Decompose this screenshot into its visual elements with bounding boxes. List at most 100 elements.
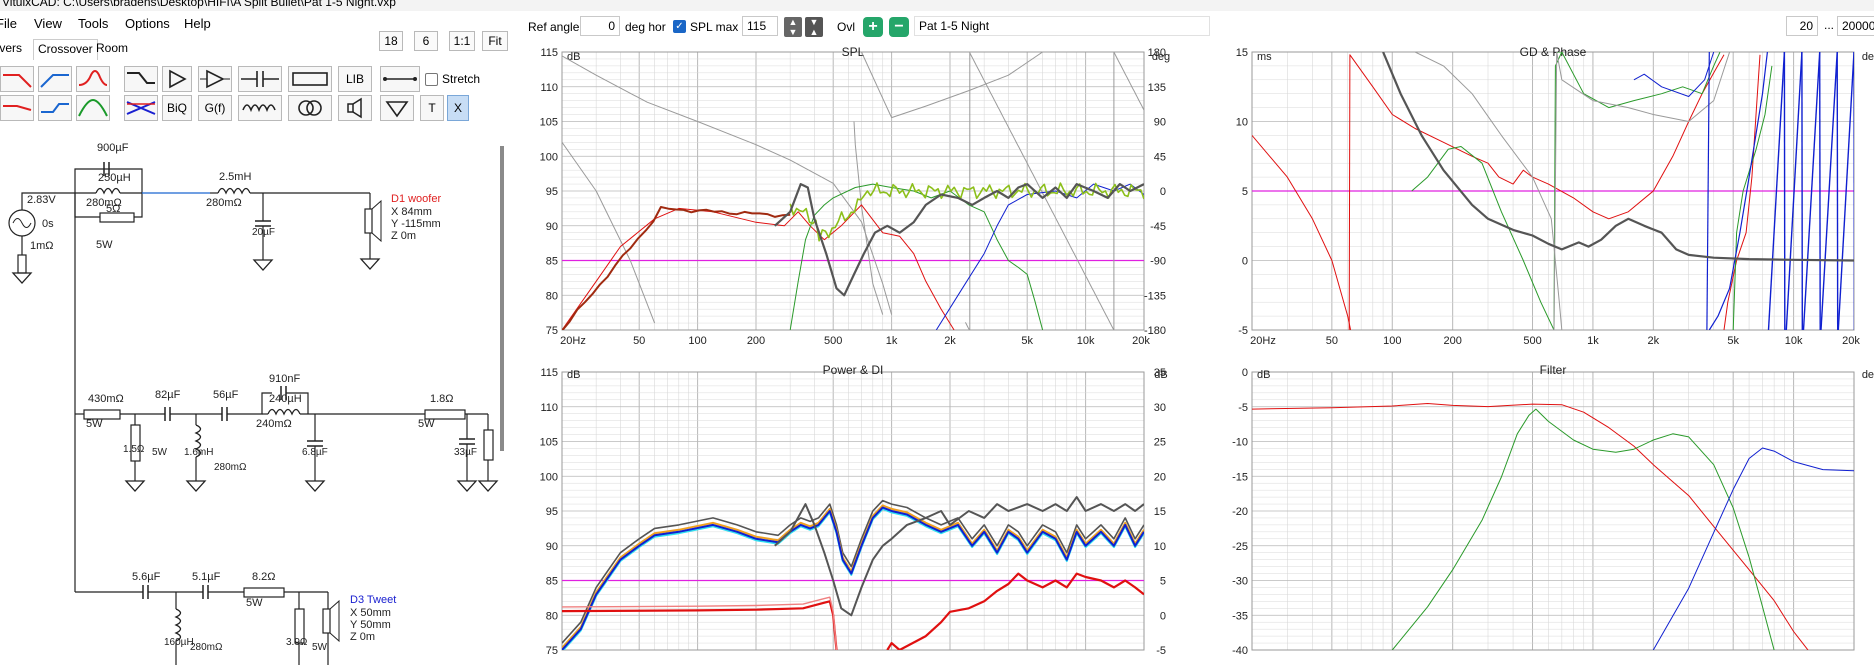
spl-chart[interactable]: SPLdBdeg11511010510095908580751801359045… xyxy=(522,44,1186,362)
schematic-canvas[interactable]: 2.83V0s1mΩ900µF250µH280mΩ5Ω5W2.5mH280mΩ2… xyxy=(0,125,512,665)
peaking-filter-icon[interactable] xyxy=(76,66,110,92)
shelf-filter-icon[interactable] xyxy=(124,66,158,92)
freq-tick-label: 100 xyxy=(1383,335,1401,347)
left-tick-label: -30 xyxy=(1232,576,1248,588)
freq-min-input[interactable]: 20 xyxy=(1786,16,1818,36)
d1-z: Z 0m xyxy=(391,230,416,242)
transformer-icon[interactable] xyxy=(288,95,332,121)
allpass-filter-icon[interactable] xyxy=(38,95,72,121)
inductor-icon[interactable] xyxy=(238,95,282,121)
left-tick-label: -40 xyxy=(1232,645,1248,657)
panel-title: GD & Phase xyxy=(1520,45,1587,59)
delete-tool-button[interactable]: X xyxy=(447,95,469,121)
zoom-6-button[interactable]: 6 xyxy=(414,31,438,51)
label-250uh: 250µH xyxy=(98,172,131,184)
freq-tick-label: 20Hz xyxy=(1250,335,1276,347)
crossover-schematic[interactable]: 2.83V0s1mΩ900µF250µH280mΩ5Ω5W2.5mH280mΩ2… xyxy=(0,125,512,665)
freq-tick-label: 500 xyxy=(824,335,842,347)
stretch-checkbox[interactable] xyxy=(425,73,438,86)
freq-tick-label: 10k xyxy=(1785,335,1803,347)
speaker-icon[interactable] xyxy=(338,95,372,121)
resistor-icon[interactable] xyxy=(288,66,332,92)
zoom-1-1-button[interactable]: 1:1 xyxy=(449,31,475,51)
ground-6-icon xyxy=(458,481,476,491)
inductor-2-5mh xyxy=(218,189,250,194)
buffer-icon[interactable] xyxy=(198,66,232,92)
source-ground-icon xyxy=(13,273,31,283)
highpass-filter-icon[interactable] xyxy=(38,66,72,92)
freq-tick-label: 2k xyxy=(1648,335,1660,347)
tab-room[interactable]: Room xyxy=(96,39,128,59)
woofer-speaker-icon-cone xyxy=(372,201,381,241)
spl-max-input[interactable]: 115 xyxy=(742,16,778,36)
source-delay-label: 0s xyxy=(42,218,54,230)
left-tick-label: -15 xyxy=(1232,471,1248,483)
source-resistor xyxy=(18,255,26,273)
wire-icon[interactable] xyxy=(380,66,420,92)
d1-name: D1 woofer xyxy=(391,193,441,205)
left-tick-label: 95 xyxy=(546,186,558,198)
ground-icon[interactable] xyxy=(380,95,414,121)
spl-max-lock-icon[interactable]: ▼▲ xyxy=(805,17,823,37)
spl-max-spinner-icon[interactable]: ▲▼ xyxy=(784,17,802,37)
amplifier-icon[interactable] xyxy=(162,66,192,92)
transfer-function-button[interactable]: G(f) xyxy=(198,95,232,121)
spl-max-label: SPL max xyxy=(690,20,738,34)
power-di-chart[interactable]: Power & DIdBdB11511010510095908580753530… xyxy=(522,362,1186,665)
filter-chart[interactable]: FilterdBdeg0-5-10-15-20-25-30-35-40 xyxy=(1214,362,1874,665)
ground-1-icon xyxy=(254,260,272,270)
menu-tools[interactable]: Tools xyxy=(78,16,108,31)
menu-bar: File View Tools Options Help xyxy=(0,11,520,37)
lowpass-2nd-icon[interactable] xyxy=(0,95,34,121)
right-tick-label: 180 xyxy=(1148,47,1166,59)
tab-crossover[interactable]: Crossover xyxy=(33,39,98,60)
bandpass-filter-icon[interactable] xyxy=(76,95,110,121)
library-button[interactable]: LIB xyxy=(338,66,372,92)
label-5w-a: 5W xyxy=(96,239,113,251)
source-resistance-label: 1mΩ xyxy=(30,240,54,252)
zoom-fit-button[interactable]: Fit xyxy=(482,31,508,51)
tweeter-speaker-icon-cone xyxy=(330,601,339,641)
overlay-label: Ovl xyxy=(837,20,855,34)
add-overlay-icon[interactable]: + xyxy=(863,17,883,37)
panel-bg xyxy=(1214,362,1874,665)
ref-angle-input[interactable]: 0 xyxy=(580,16,620,36)
resistor-1-5ohm xyxy=(131,425,140,461)
freq-max-input[interactable]: 20000 xyxy=(1837,16,1874,36)
gd-phase-chart[interactable]: GD & Phasemsdeg151050-520Hz501002005001k… xyxy=(1214,44,1874,362)
freq-tick-label: 1k xyxy=(886,335,898,347)
menu-view[interactable]: View xyxy=(34,16,62,31)
remove-overlay-icon[interactable]: − xyxy=(889,17,909,37)
left-tick-label: -5 xyxy=(1238,325,1248,337)
left-tick-label: 0 xyxy=(1242,256,1248,268)
deg-hor-label: deg hor xyxy=(625,20,666,34)
label-5-6uf: 5.6µF xyxy=(132,571,161,583)
left-tick-label: 95 xyxy=(546,506,558,518)
label-82uf: 82µF xyxy=(155,389,181,401)
freq-tick-label: 20k xyxy=(1132,335,1150,347)
right-tick-label: 10 xyxy=(1154,541,1166,553)
menu-help[interactable]: Help xyxy=(184,16,211,31)
schematic-scrollbar[interactable] xyxy=(500,146,504,451)
ground-7-icon xyxy=(479,481,497,491)
tab-strip: Drivers Crossover Room 18 6 1:1 Fit xyxy=(0,37,520,59)
freq-tick-label: 20Hz xyxy=(560,335,586,347)
text-tool-button[interactable]: T xyxy=(420,95,444,121)
component-toolbar: LIB Stretch BiQ G(f) T X xyxy=(0,64,520,124)
biquad-button[interactable]: BiQ xyxy=(162,95,192,121)
right-tick-label: 30 xyxy=(1154,402,1166,414)
woofer-speaker-icon-box xyxy=(365,209,372,233)
spl-max-checkbox[interactable]: ✓ xyxy=(673,20,686,33)
left-tick-label: 15 xyxy=(1236,47,1248,59)
left-tick-label: 85 xyxy=(546,256,558,268)
crossed-filter-icon[interactable] xyxy=(124,95,158,121)
lowpass-filter-icon[interactable] xyxy=(0,66,34,92)
zoom-18-button[interactable]: 18 xyxy=(379,31,403,51)
tweeter-phase-drop-3 xyxy=(1837,52,1838,330)
menu-file[interactable]: File xyxy=(0,16,17,31)
overlay-name-input[interactable]: Pat 1-5 Night xyxy=(914,16,1210,36)
cap-6-8uf xyxy=(307,441,323,446)
menu-options[interactable]: Options xyxy=(125,16,170,31)
tab-drivers[interactable]: Drivers xyxy=(0,39,22,59)
capacitor-icon[interactable] xyxy=(238,66,282,92)
